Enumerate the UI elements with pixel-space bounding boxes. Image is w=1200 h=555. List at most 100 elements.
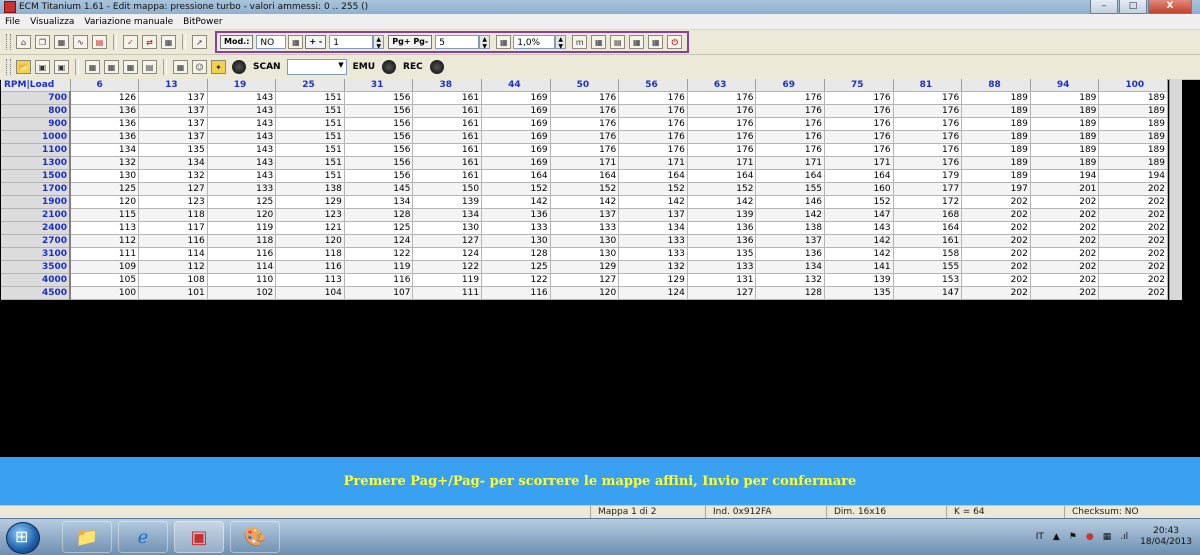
map-cell[interactable]: 129 xyxy=(275,195,345,209)
map-cell[interactable]: 202 xyxy=(1098,234,1168,248)
map-cell[interactable]: 176 xyxy=(893,143,963,157)
map-cell[interactable]: 176 xyxy=(824,117,894,131)
map-cell[interactable]: 125 xyxy=(70,182,140,196)
map-cell[interactable]: 202 xyxy=(1030,195,1100,209)
map-cell[interactable]: 176 xyxy=(687,130,757,144)
map-cell[interactable]: 176 xyxy=(824,143,894,157)
multiply-icon[interactable]: m xyxy=(572,35,588,49)
map-cell[interactable]: 176 xyxy=(550,117,620,131)
map-cell[interactable]: 171 xyxy=(618,156,688,170)
map-cell[interactable]: 155 xyxy=(893,260,963,274)
map-cell[interactable]: 137 xyxy=(755,234,826,248)
load-header[interactable]: 19 xyxy=(207,79,277,92)
menu-bitpower[interactable]: BitPower xyxy=(178,17,227,27)
map-cell[interactable]: 134 xyxy=(755,260,826,274)
map-cell[interactable]: 202 xyxy=(961,195,1031,209)
rpm-header[interactable]: 4000 xyxy=(1,273,71,287)
map-cell[interactable]: 119 xyxy=(412,273,483,287)
map-cell[interactable]: 130 xyxy=(412,221,483,235)
map-cell[interactable]: 121 xyxy=(275,221,345,235)
map-cell[interactable]: 139 xyxy=(687,208,757,222)
language-indicator[interactable]: IT xyxy=(1036,532,1044,542)
map-cell[interactable]: 171 xyxy=(550,156,620,170)
map-cell[interactable]: 176 xyxy=(824,130,894,144)
load-header[interactable]: 38 xyxy=(412,79,483,92)
map-cell[interactable]: 152 xyxy=(824,195,894,209)
map-cell[interactable]: 135 xyxy=(824,286,894,300)
interpolate-icon[interactable]: ▦ xyxy=(629,35,645,49)
rpm-header[interactable]: 3500 xyxy=(1,260,71,274)
map-view-icon[interactable]: ▦ xyxy=(104,60,119,74)
map-cell[interactable]: 143 xyxy=(824,221,894,235)
map-cell[interactable]: 189 xyxy=(1098,143,1168,157)
map-cell[interactable]: 136 xyxy=(687,234,757,248)
load-header[interactable]: 81 xyxy=(893,79,963,92)
map-cell[interactable]: 176 xyxy=(755,117,826,131)
map-cell[interactable]: 152 xyxy=(481,182,551,196)
map-cell[interactable]: 161 xyxy=(412,104,483,118)
menu-variazione-manuale[interactable]: Variazione manuale xyxy=(79,17,178,27)
map-cell[interactable]: 133 xyxy=(550,221,620,235)
map-cell[interactable]: 143 xyxy=(207,91,277,105)
map-cell[interactable]: 113 xyxy=(70,221,140,235)
map-cell[interactable]: 115 xyxy=(70,208,140,222)
map-cell[interactable]: 122 xyxy=(481,273,551,287)
map-cell[interactable]: 119 xyxy=(207,221,277,235)
map-list-icon[interactable]: ▦ xyxy=(85,60,100,74)
load-header[interactable]: 100 xyxy=(1098,79,1168,92)
rpm-header[interactable]: 1900 xyxy=(1,195,71,209)
rpm-header[interactable]: 700 xyxy=(1,91,71,105)
map-cell[interactable]: 127 xyxy=(412,234,483,248)
map-cell[interactable]: 164 xyxy=(893,221,963,235)
map-cell[interactable]: 202 xyxy=(961,273,1031,287)
map-cell[interactable]: 147 xyxy=(893,286,963,300)
map-cell[interactable]: 171 xyxy=(755,156,826,170)
map-cell[interactable]: 141 xyxy=(824,260,894,274)
map-cell[interactable]: 110 xyxy=(207,273,277,287)
map-cell[interactable]: 105 xyxy=(70,273,140,287)
map-cell[interactable]: 189 xyxy=(1030,130,1100,144)
map-cell[interactable]: 143 xyxy=(207,169,277,183)
map-cell[interactable]: 156 xyxy=(344,156,414,170)
map-cell[interactable]: 134 xyxy=(344,195,414,209)
map-cell[interactable]: 176 xyxy=(618,117,688,131)
map-cell[interactable]: 164 xyxy=(687,169,757,183)
wizard-icon[interactable]: ✦ xyxy=(211,60,226,74)
map-cell[interactable]: 143 xyxy=(207,130,277,144)
rpm-header[interactable]: 800 xyxy=(1,104,71,118)
map-cell[interactable]: 194 xyxy=(1098,169,1168,183)
map-cell[interactable]: 189 xyxy=(1098,104,1168,118)
map-cell[interactable]: 202 xyxy=(1098,182,1168,196)
map-cell[interactable]: 124 xyxy=(618,286,688,300)
signal-icon[interactable]: .ıl xyxy=(1120,532,1128,542)
map-cell[interactable]: 156 xyxy=(344,91,414,105)
map-cell[interactable]: 118 xyxy=(275,247,345,261)
map-cell[interactable]: 164 xyxy=(550,169,620,183)
map-cell[interactable]: 156 xyxy=(344,169,414,183)
map-cell[interactable]: 132 xyxy=(70,156,140,170)
rpm-header[interactable]: 4500 xyxy=(1,286,71,300)
map-cell[interactable]: 202 xyxy=(1098,273,1168,287)
map-cell[interactable]: 189 xyxy=(961,130,1031,144)
grid-mode-icon[interactable]: ▦ xyxy=(288,35,304,49)
map-cell[interactable]: 142 xyxy=(618,195,688,209)
map-cell[interactable]: 176 xyxy=(755,143,826,157)
map-cell[interactable]: 158 xyxy=(893,247,963,261)
map-cell[interactable]: 124 xyxy=(412,247,483,261)
map-cell[interactable]: 202 xyxy=(961,260,1031,274)
map-cell[interactable]: 137 xyxy=(550,208,620,222)
load-header[interactable]: 50 xyxy=(550,79,620,92)
map-cell[interactable]: 172 xyxy=(893,195,963,209)
vertical-scrollbar[interactable] xyxy=(1169,79,1182,300)
map-cell[interactable]: 156 xyxy=(344,104,414,118)
table-icon[interactable]: ▦ xyxy=(54,35,69,49)
map-cell[interactable]: 133 xyxy=(618,234,688,248)
map-cell[interactable]: 135 xyxy=(138,143,208,157)
map-cell[interactable]: 136 xyxy=(70,104,140,118)
menu-file[interactable]: File xyxy=(0,17,25,27)
map-cell[interactable]: 202 xyxy=(1098,221,1168,235)
start-button[interactable] xyxy=(6,522,40,554)
map-cell[interactable]: 169 xyxy=(481,104,551,118)
percent-mode-icon[interactable]: ▦ xyxy=(496,35,512,49)
map-cell[interactable]: 109 xyxy=(70,260,140,274)
